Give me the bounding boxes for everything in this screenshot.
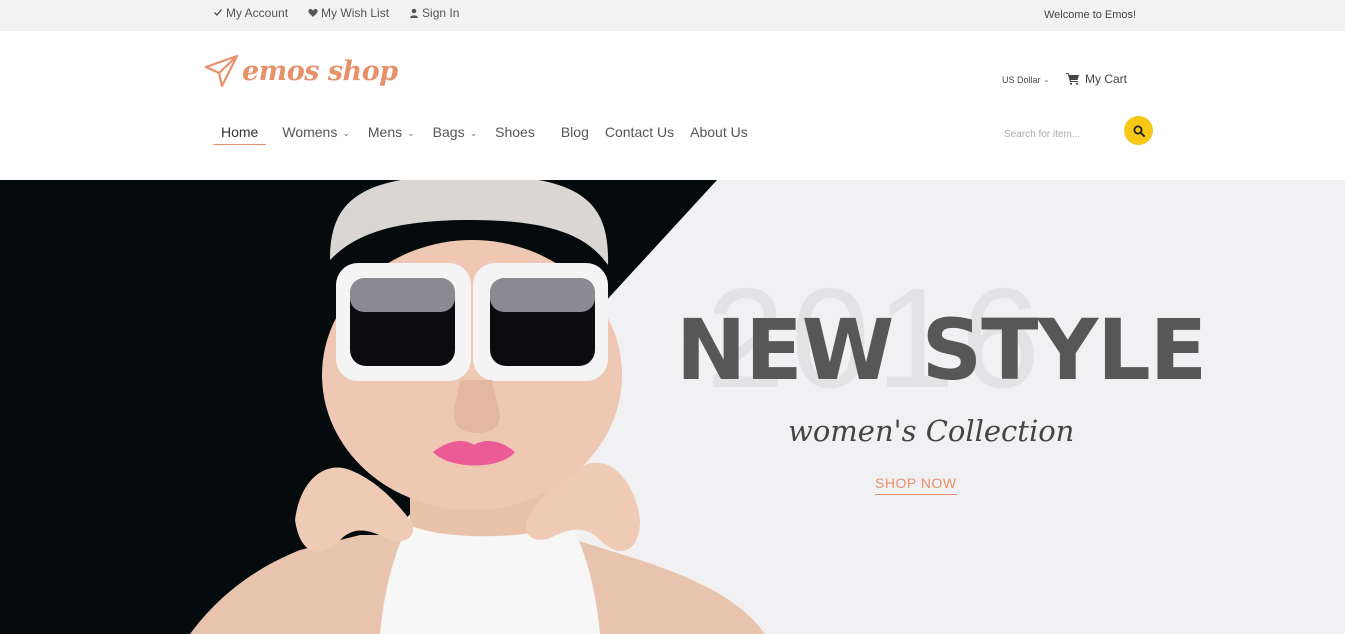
nav-item-about-us[interactable]: About Us (682, 119, 756, 145)
check-icon (214, 9, 222, 16)
nav-item-mens[interactable]: Mens ⌄ (360, 119, 423, 145)
chevron-down-icon: ⌄ (469, 127, 478, 138)
nav-label: Mens (367, 124, 403, 140)
nav-item-bags[interactable]: Bags ⌄ (425, 119, 485, 145)
hero-photo (0, 180, 765, 634)
nav-label: Shoes (495, 124, 535, 140)
hero-banner: 2016 NEW STYLE women's Collection SHOP N… (0, 180, 1345, 634)
nav-item-blog[interactable]: Blog (553, 119, 597, 145)
my-wish-list-link[interactable]: My Wish List (308, 6, 389, 20)
chevron-down-icon: ⌄ (342, 127, 350, 138)
chevron-down-icon: ⌄ (407, 127, 415, 138)
search-icon (1133, 125, 1145, 137)
heart-icon (308, 8, 318, 17)
top-bar: My Account My Wish List Sign In Welcome … (0, 0, 1345, 31)
cart-label: My Cart (1085, 72, 1127, 86)
nav-item-shoes[interactable]: Shoes (487, 119, 543, 145)
main-nav: Home Womens ⌄ Mens ⌄ Bags ⌄ Shoes Blog C… (213, 119, 756, 145)
search-button[interactable] (1124, 116, 1153, 145)
shop-now-button[interactable]: SHOP NOW (875, 475, 957, 495)
hero-headline: NEW STYLE (676, 301, 1207, 399)
welcome-text: Welcome to Emos! (1044, 9, 1137, 21)
currency-selector[interactable]: US Dollar ⌄ (1002, 75, 1049, 85)
nav-label: Blog (560, 124, 589, 140)
nav-label: Bags (432, 124, 465, 140)
paper-plane-icon (204, 54, 239, 88)
hero-subline: women's Collection (788, 414, 1075, 448)
nav-item-contact-us[interactable]: Contact Us (597, 119, 682, 145)
sign-in-link[interactable]: Sign In (409, 6, 459, 20)
user-icon (410, 8, 419, 18)
top-links: My Account My Wish List Sign In (213, 6, 459, 20)
nav-label: Contact Us (604, 124, 675, 140)
header: emos shop US Dollar ⌄ My Cart Home Women… (0, 31, 1345, 180)
cart-icon (1066, 73, 1079, 85)
logo[interactable]: emos shop (204, 53, 398, 89)
my-account-link[interactable]: My Account (213, 6, 288, 20)
nav-label: Home (221, 123, 259, 140)
nav-label: About Us (690, 124, 748, 140)
nav-item-womens[interactable]: Womens ⌄ (274, 119, 358, 145)
currency-label: US Dollar (1002, 75, 1041, 85)
chevron-down-icon: ⌄ (1043, 77, 1050, 84)
my-account-label: My Account (226, 6, 289, 20)
logo-text: emos shop (242, 55, 398, 87)
cart-link[interactable]: My Cart (1066, 72, 1127, 86)
nav-label: Womens (282, 124, 338, 140)
nav-item-home[interactable]: Home (213, 119, 267, 145)
search-input[interactable] (1004, 127, 1114, 141)
sign-in-label: Sign In (422, 6, 460, 20)
my-wish-list-label: My Wish List (321, 6, 390, 20)
